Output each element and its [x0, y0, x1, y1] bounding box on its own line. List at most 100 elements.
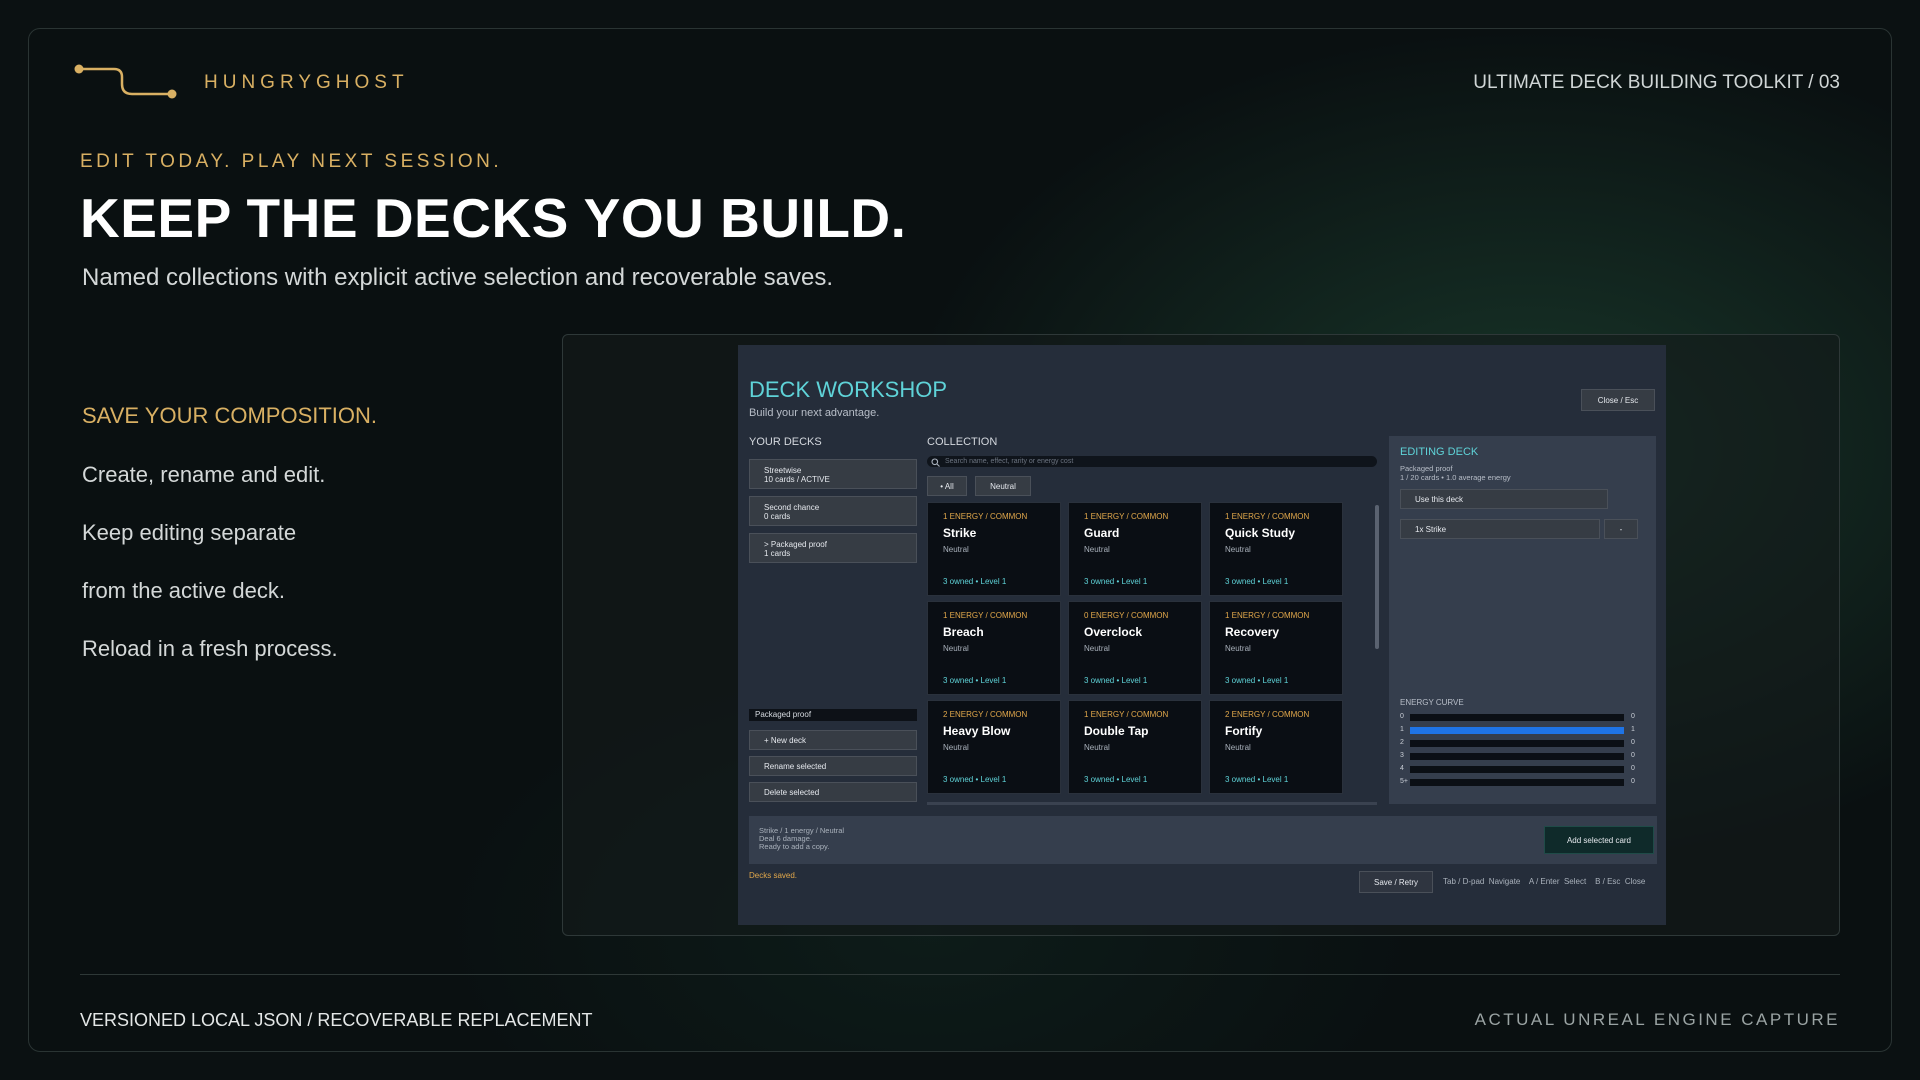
- card-name: Double Tap: [1084, 724, 1149, 738]
- card-affinity: Neutral: [943, 644, 969, 653]
- card-owned: 3 owned • Level 1: [1084, 577, 1148, 586]
- footer-right: ACTUAL UNREAL ENGINE CAPTURE: [1474, 1010, 1840, 1029]
- delete-button[interactable]: Delete selected: [749, 782, 917, 802]
- filter-neutral[interactable]: Neutral: [975, 476, 1031, 496]
- energy-bar-track: [1410, 766, 1624, 773]
- footer-left: VERSIONED LOCAL JSON / RECOVERABLE REPLA…: [80, 1010, 593, 1030]
- workshop-title: DECK WORKSHOP: [749, 377, 948, 402]
- remove-card-button[interactable]: -: [1604, 519, 1638, 539]
- add-card-button[interactable]: Add selected card: [1544, 826, 1654, 854]
- card-owned: 3 owned • Level 1: [1084, 676, 1148, 685]
- filter-all[interactable]: • All: [927, 476, 967, 496]
- search-input[interactable]: Search name, effect, rarity or energy co…: [927, 456, 1377, 467]
- page-title: KEEP THE DECKS YOU BUILD.: [80, 187, 907, 249]
- energy-bar-track: [1410, 779, 1624, 786]
- deck-name-field[interactable]: Packaged proof: [749, 709, 917, 721]
- subtitle: Named collections with explicit active s…: [82, 264, 834, 291]
- card-cost: 1 ENERGY / COMMON: [1084, 512, 1169, 521]
- deck-workshop-window: DECK WORKSHOP Build your next advantage.…: [738, 345, 1666, 925]
- deck-meta: 10 cards / ACTIVE: [764, 475, 830, 484]
- energy-bar-track: [1410, 753, 1624, 760]
- card-name: Recovery: [1225, 625, 1280, 639]
- rename-button[interactable]: Rename selected: [749, 756, 917, 776]
- close-button[interactable]: Close / Esc: [1581, 389, 1655, 411]
- card-name: Fortify: [1225, 724, 1263, 738]
- feature-item: Reload in a fresh process.: [82, 636, 338, 661]
- energy-count-label: 0: [1631, 752, 1635, 759]
- horizontal-scrollbar[interactable]: [927, 802, 1377, 805]
- energy-count-label: 0: [1631, 778, 1635, 785]
- collection-scrollbar[interactable]: [1375, 505, 1379, 649]
- card-cost: 2 ENERGY / COMMON: [943, 710, 1028, 719]
- card-cost: 1 ENERGY / COMMON: [943, 611, 1028, 620]
- card-tile[interactable]: 0 ENERGY / COMMON Overclock Neutral 3 ow…: [1068, 601, 1202, 695]
- search-icon: [931, 458, 940, 467]
- card-tile[interactable]: 1 ENERGY / COMMON Guard Neutral 3 owned …: [1068, 502, 1202, 596]
- editing-deck-name: Packaged proof: [1400, 464, 1453, 473]
- energy-cost-label: 3: [1400, 752, 1404, 759]
- card-cost: 0 ENERGY / COMMON: [1084, 611, 1169, 620]
- deck-meta: 1 cards: [764, 549, 791, 558]
- use-deck-button[interactable]: Use this deck: [1400, 489, 1608, 509]
- card-cost: 1 ENERGY / COMMON: [1225, 611, 1310, 620]
- energy-bar-track: [1410, 740, 1624, 747]
- card-name: Breach: [943, 625, 984, 639]
- deck-name: > Packaged proof: [764, 540, 827, 549]
- deck-meta: 0 cards: [764, 512, 791, 521]
- status-text: Decks saved.: [749, 871, 798, 880]
- card-tile[interactable]: 1 ENERGY / COMMON Double Tap Neutral 3 o…: [1068, 700, 1202, 794]
- card-detail-strip: Strike / 1 energy / Neutral Deal 6 damag…: [749, 816, 1657, 864]
- energy-cost-label: 4: [1400, 765, 1404, 772]
- energy-bar-track: [1410, 714, 1624, 721]
- brand-name: HUNGRYGHOST: [204, 72, 409, 93]
- energy-cost-label: 2: [1400, 739, 1404, 746]
- feature-item: from the active deck.: [82, 578, 285, 603]
- card-affinity: Neutral: [1084, 545, 1110, 554]
- energy-cost-label: 0: [1400, 713, 1404, 720]
- card-owned: 3 owned • Level 1: [1225, 577, 1289, 586]
- eyebrow: EDIT TODAY. PLAY NEXT SESSION.: [80, 151, 503, 172]
- card-tile[interactable]: 1 ENERGY / COMMON Breach Neutral 3 owned…: [927, 601, 1061, 695]
- footer-divider: [80, 974, 1840, 975]
- deck-entry[interactable]: 1x Strike: [1400, 519, 1600, 539]
- card-affinity: Neutral: [1084, 644, 1110, 653]
- feature-item: Create, rename and edit.: [82, 462, 326, 487]
- deck-item[interactable]: Second chance 0 cards: [749, 496, 917, 526]
- card-tile[interactable]: 1 ENERGY / COMMON Recovery Neutral 3 own…: [1209, 601, 1343, 695]
- card-name: Guard: [1084, 526, 1120, 540]
- card-affinity: Neutral: [1084, 743, 1110, 752]
- card-affinity: Neutral: [1225, 743, 1251, 752]
- workshop-subtitle: Build your next advantage.: [749, 407, 880, 419]
- energy-count-label: 0: [1631, 739, 1635, 746]
- card-owned: 3 owned • Level 1: [943, 775, 1007, 784]
- card-cost: 1 ENERGY / COMMON: [1225, 512, 1310, 521]
- card-affinity: Neutral: [943, 545, 969, 554]
- collection-heading: COLLECTION: [927, 436, 998, 448]
- feature-item: Keep editing separate: [82, 520, 297, 545]
- card-cost: 1 ENERGY / COMMON: [943, 512, 1028, 521]
- card-tile[interactable]: 2 ENERGY / COMMON Fortify Neutral 3 owne…: [1209, 700, 1343, 794]
- card-tile[interactable]: 1 ENERGY / COMMON Strike Neutral 3 owned…: [927, 502, 1061, 596]
- card-tile[interactable]: 1 ENERGY / COMMON Quick Study Neutral 3 …: [1209, 502, 1343, 596]
- deck-name: Second chance: [764, 503, 820, 512]
- editing-deck-meta: 1 / 20 cards • 1.0 average energy: [1400, 473, 1511, 482]
- card-affinity: Neutral: [943, 743, 969, 752]
- card-owned: 3 owned • Level 1: [1084, 775, 1148, 784]
- deck-item[interactable]: Streetwise 10 cards / ACTIVE: [749, 459, 917, 489]
- feature-label: SAVE YOUR COMPOSITION.: [82, 403, 378, 428]
- deck-item[interactable]: > Packaged proof 1 cards: [749, 533, 917, 563]
- control-hints: Tab / D-pad Navigate A / Enter Select B …: [1443, 877, 1646, 886]
- editing-deck-panel: EDITING DECK Packaged proof 1 / 20 cards…: [1389, 436, 1656, 804]
- detail-line: Ready to add a copy.: [759, 842, 830, 851]
- card-owned: 3 owned • Level 1: [943, 577, 1007, 586]
- card-tile[interactable]: 2 ENERGY / COMMON Heavy Blow Neutral 3 o…: [927, 700, 1061, 794]
- save-retry-button[interactable]: Save / Retry: [1359, 871, 1433, 893]
- energy-count-label: 1: [1631, 726, 1635, 733]
- card-name: Quick Study: [1225, 526, 1296, 540]
- card-name: Overclock: [1084, 625, 1143, 639]
- card-owned: 3 owned • Level 1: [943, 676, 1007, 685]
- energy-count-label: 0: [1631, 713, 1635, 720]
- card-affinity: Neutral: [1225, 644, 1251, 653]
- energy-curve-heading: ENERGY CURVE: [1400, 698, 1464, 707]
- new-deck-button[interactable]: + New deck: [749, 730, 917, 750]
